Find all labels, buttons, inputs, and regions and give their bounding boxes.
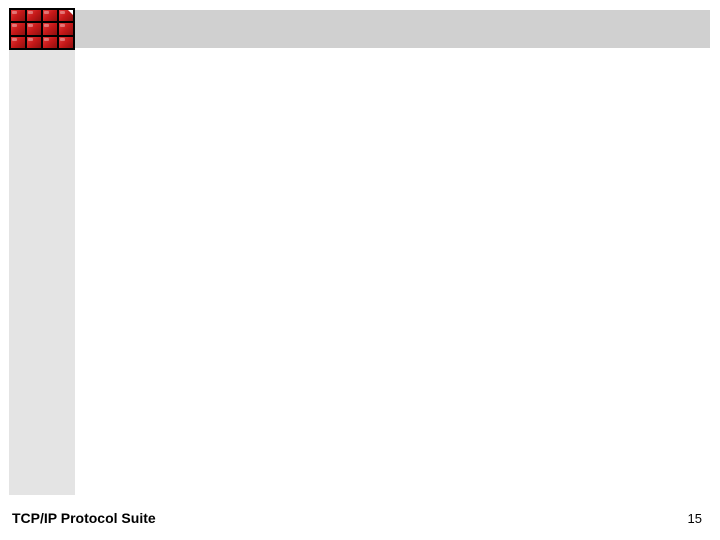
logo-cell bbox=[27, 23, 41, 34]
logo-cell bbox=[11, 10, 25, 21]
left-sidebar-band bbox=[9, 50, 75, 495]
logo-cell bbox=[43, 23, 57, 34]
logo-cell bbox=[27, 10, 41, 21]
logo-cell bbox=[59, 23, 73, 34]
logo-cell bbox=[43, 37, 57, 48]
grid-logo-icon bbox=[9, 8, 75, 50]
logo-cell bbox=[27, 37, 41, 48]
logo-cell bbox=[59, 10, 73, 21]
logo-cell bbox=[59, 37, 73, 48]
header-pattern-band bbox=[75, 10, 710, 48]
logo-cell bbox=[11, 23, 25, 34]
page-number: 15 bbox=[688, 511, 702, 526]
footer-title: TCP/IP Protocol Suite bbox=[12, 510, 156, 526]
logo-cell bbox=[11, 37, 25, 48]
logo-cell bbox=[43, 10, 57, 21]
